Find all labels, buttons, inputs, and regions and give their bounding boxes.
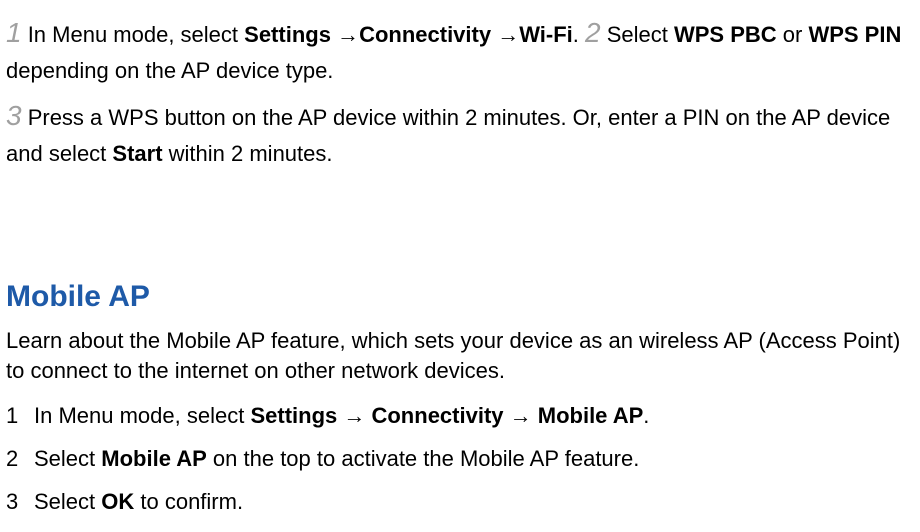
step3-block: 3 Press a WPS button on the AP device wi… xyxy=(6,95,914,170)
step3-start: Start xyxy=(112,141,162,166)
step2-wps-pin: WPS PIN xyxy=(808,22,901,47)
li2-text-end: on the top to activate the Mobile AP fea… xyxy=(207,446,640,471)
li1-settings: Settings xyxy=(250,403,337,428)
list-number-3: 3 xyxy=(6,487,34,518)
step2-text: Select xyxy=(601,22,674,47)
step-number-3: 3 xyxy=(6,100,22,131)
list-item: 1In Menu mode, select Settings → Connect… xyxy=(6,401,914,432)
step2-text-end: depending on the AP device type. xyxy=(6,58,333,83)
intro-paragraph: Learn about the Mobile AP feature, which… xyxy=(6,326,914,385)
step2-text-mid: or xyxy=(777,22,809,47)
step-number-1: 1 xyxy=(6,17,22,48)
list-number-2: 2 xyxy=(6,444,34,475)
arrow-icon: → xyxy=(337,403,371,428)
list-number-1: 1 xyxy=(6,401,34,432)
li3-text: Select xyxy=(34,489,101,514)
list-item: 3Select OK to confirm. xyxy=(6,487,914,518)
li2-mobile-ap: Mobile AP xyxy=(101,446,207,471)
steps-block: 1 In Menu mode, select Settings →Connect… xyxy=(6,12,914,87)
step1-text: In Menu mode, select xyxy=(22,22,245,47)
li3-ok: OK xyxy=(101,489,134,514)
li3-text-end: to confirm. xyxy=(134,489,243,514)
li1-text: In Menu mode, select xyxy=(34,403,250,428)
li1-text-end: . xyxy=(643,403,649,428)
arrow-icon: → xyxy=(504,403,538,428)
step1-wifi: Wi-Fi xyxy=(519,22,573,47)
arrow-icon: → xyxy=(491,22,519,47)
li1-connectivity: Connectivity xyxy=(371,403,503,428)
step2-wps-pbc: WPS PBC xyxy=(674,22,777,47)
arrow-icon: → xyxy=(331,22,359,47)
step1-text-end: . xyxy=(573,22,585,47)
li1-mobile-ap: Mobile AP xyxy=(538,403,644,428)
step-number-2: 2 xyxy=(585,17,601,48)
list-item: 2Select Mobile AP on the top to activate… xyxy=(6,444,914,475)
step1-settings: Settings xyxy=(244,22,331,47)
step1-connectivity: Connectivity xyxy=(359,22,491,47)
step3-text-end: within 2 minutes. xyxy=(163,141,333,166)
li2-text: Select xyxy=(34,446,101,471)
heading-mobile-ap: Mobile AP xyxy=(6,280,914,314)
